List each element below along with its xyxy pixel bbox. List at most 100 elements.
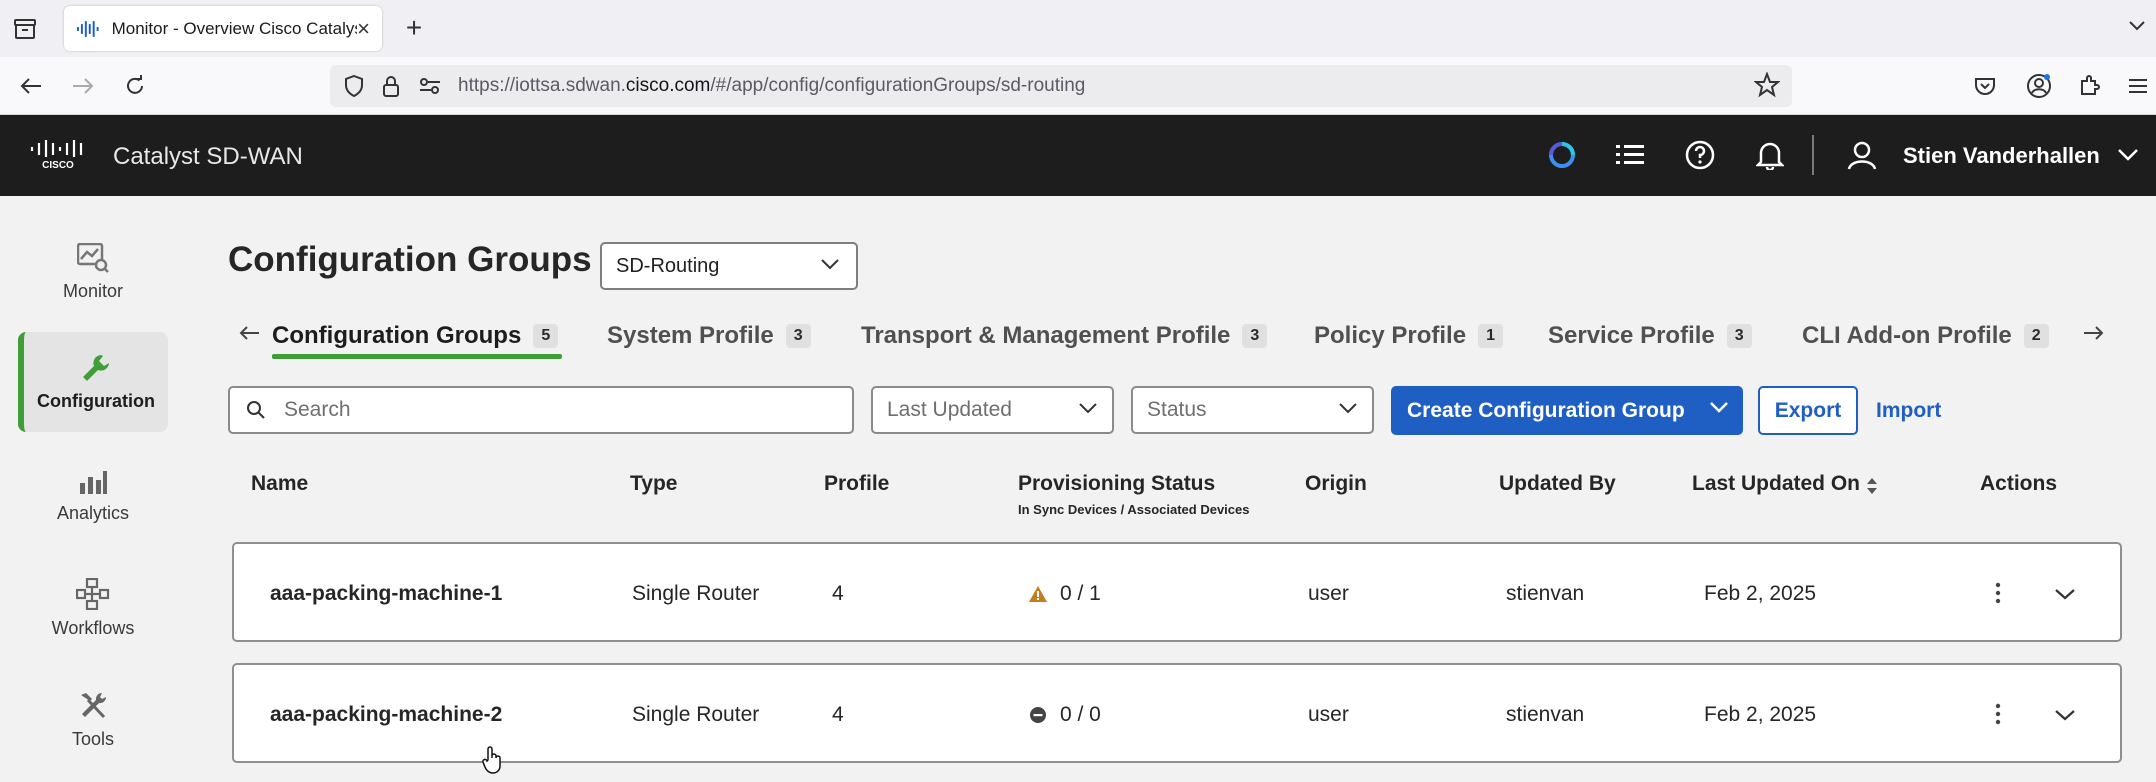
row-name[interactable]: aaa-packing-machine-2	[270, 703, 502, 727]
nav-label: Monitor	[62, 280, 124, 301]
menu-icon[interactable]	[2120, 69, 2154, 103]
app-header: CISCO Catalyst SD-WAN Stien Vanderhallen	[0, 115, 2156, 196]
nav-item-tools[interactable]: Tools	[18, 670, 168, 770]
scroll-right-arrow-icon[interactable]	[2079, 318, 2109, 348]
solution-value: SD-Routing	[616, 254, 720, 277]
new-tab-button[interactable]: +	[398, 12, 430, 44]
browser-tabstrip: Monitor - Overview Cisco Catalyst SD-WAN…	[0, 0, 2156, 57]
chevron-down-icon	[1339, 403, 1357, 414]
tab-label: System Profile	[607, 322, 774, 349]
close-tab-icon[interactable]: ×	[357, 16, 370, 42]
tab-policy-profile[interactable]: Policy Profile 1	[1314, 314, 1503, 358]
row-origin: user	[1308, 582, 1349, 605]
column-header-type[interactable]: Type	[630, 472, 677, 496]
expand-row-chevron-icon[interactable]	[2050, 701, 2080, 729]
search-field[interactable]	[228, 386, 854, 434]
left-nav: Monitor Configuration Analytics Workflow…	[0, 196, 186, 782]
extensions-icon[interactable]	[2072, 69, 2106, 103]
hand-cursor-icon	[482, 746, 501, 774]
row-last-updated-on: Feb 2, 2025	[1704, 582, 1817, 605]
site-permissions-icon[interactable]	[416, 72, 444, 100]
row-updated-by: stienvan	[1506, 582, 1585, 605]
account-icon[interactable]	[2022, 69, 2056, 103]
create-configuration-group-button[interactable]: Create Configuration Group	[1391, 386, 1743, 435]
task-list-icon[interactable]	[1612, 137, 1648, 173]
tab-service-profile[interactable]: Service Profile 3	[1548, 314, 1752, 358]
cisco-logo[interactable]: CISCO	[30, 139, 86, 174]
cisco-favicon-icon	[76, 20, 99, 37]
row-last-updated-on: Feb 2, 2025	[1704, 703, 1817, 726]
expand-row-chevron-icon[interactable]	[2050, 580, 2080, 608]
row-profile: 4	[832, 703, 844, 726]
url-prefix: https://iottsa.sdwan.	[458, 75, 626, 96]
import-link[interactable]: Import	[1876, 399, 1941, 423]
column-header-last-updated-on[interactable]: Last Updated On	[1692, 472, 1860, 496]
create-button-label: Create Configuration Group	[1407, 398, 1685, 422]
url-bar[interactable]: https://iottsa.sdwan.cisco.com/#/app/con…	[330, 65, 1792, 107]
more-actions-icon[interactable]	[1986, 699, 2010, 729]
tab-system-profile[interactable]: System Profile 3	[607, 314, 811, 358]
nav-label: Configuration	[37, 390, 155, 411]
profile-tabs: Configuration Groups 5 System Profile 3 Tr…	[228, 306, 2128, 362]
lock-icon[interactable]	[378, 72, 406, 100]
row-updated-by: stienvan	[1506, 703, 1585, 726]
last-updated-placeholder: Last Updated	[887, 398, 1012, 421]
chevron-down-icon[interactable]	[2126, 14, 2148, 41]
row-profile: 4	[832, 582, 844, 605]
tab-configuration-groups[interactable]: Configuration Groups 5	[272, 314, 559, 358]
tab-count-badge: 3	[785, 324, 811, 348]
tools-icon	[81, 692, 107, 718]
tab-transport-management-profile[interactable]: Transport & Management Profile 3	[861, 314, 1268, 358]
tab-cli-add-on-profile[interactable]: CLI Add-on Profile 2	[1802, 314, 2049, 358]
browser-navbar: https://iottsa.sdwan.cisco.com/#/app/con…	[0, 57, 2156, 115]
pocket-icon[interactable]	[1968, 69, 2002, 103]
row-type: Single Router	[632, 703, 760, 726]
nav-item-configuration[interactable]: Configuration	[18, 332, 168, 432]
tab-list-icon[interactable]	[8, 12, 42, 46]
column-header-origin[interactable]: Origin	[1305, 472, 1367, 496]
scroll-left-arrow-icon[interactable]	[234, 318, 264, 348]
column-header-profile[interactable]: Profile	[824, 472, 889, 496]
bell-icon[interactable]	[1752, 137, 1788, 173]
browser-tab-title: Monitor - Overview Cisco Catalyst SD-WAN	[111, 18, 358, 38]
help-icon[interactable]	[1682, 137, 1718, 173]
user-name[interactable]: Stien Vanderhallen	[1903, 143, 2100, 169]
user-icon[interactable]	[1844, 137, 1880, 173]
status-placeholder: Status	[1147, 398, 1207, 421]
chevron-down-icon	[1079, 403, 1097, 414]
browser-tab[interactable]: Monitor - Overview Cisco Catalyst SD-WAN…	[64, 6, 382, 51]
table-row[interactable]: aaa-packing-machine-1 Single Router 4 0 …	[232, 542, 2122, 642]
tab-count-badge: 2	[2023, 324, 2049, 348]
column-header-name[interactable]: Name	[251, 472, 308, 496]
solution-dropdown[interactable]: SD-Routing	[600, 242, 858, 290]
table-row[interactable]: aaa-packing-machine-2 Single Router 4 0 …	[232, 663, 2122, 763]
sort-icon[interactable]	[1866, 477, 1878, 495]
monitor-icon	[77, 242, 109, 273]
chevron-down-icon	[821, 259, 839, 270]
back-arrow-icon[interactable]	[14, 69, 48, 103]
row-provisioning: 0 / 0	[1060, 703, 1101, 726]
row-name[interactable]: aaa-packing-machine-1	[270, 582, 502, 606]
search-input[interactable]	[284, 398, 844, 422]
product-name: Catalyst SD-WAN	[113, 143, 303, 170]
bar-chart-icon	[80, 470, 107, 494]
column-header-updated-by[interactable]: Updated By	[1499, 472, 1616, 496]
chevron-down-icon[interactable]	[2110, 137, 2146, 173]
assistant-icon[interactable]	[1544, 137, 1580, 173]
column-header-provisioning-status[interactable]: Provisioning Status	[1018, 472, 1215, 496]
chevron-down-icon[interactable]	[1709, 400, 1729, 414]
reload-icon[interactable]	[118, 69, 152, 103]
nav-item-monitor[interactable]: Monitor	[18, 222, 168, 322]
bookmark-star-icon[interactable]	[1753, 71, 1781, 103]
tab-label: Service Profile	[1548, 322, 1715, 349]
more-actions-icon[interactable]	[1986, 578, 2010, 608]
status-filter[interactable]: Status	[1131, 386, 1374, 434]
shield-icon[interactable]	[340, 72, 368, 100]
tab-count-badge: 5	[533, 324, 559, 348]
forward-arrow-icon[interactable]	[66, 69, 100, 103]
url-text[interactable]: https://iottsa.sdwan.cisco.com/#/app/con…	[458, 75, 1085, 97]
nav-item-analytics[interactable]: Analytics	[18, 446, 168, 546]
export-button[interactable]: Export	[1758, 386, 1858, 435]
nav-item-workflows[interactable]: Workflows	[18, 558, 168, 658]
last-updated-filter[interactable]: Last Updated	[871, 386, 1114, 434]
